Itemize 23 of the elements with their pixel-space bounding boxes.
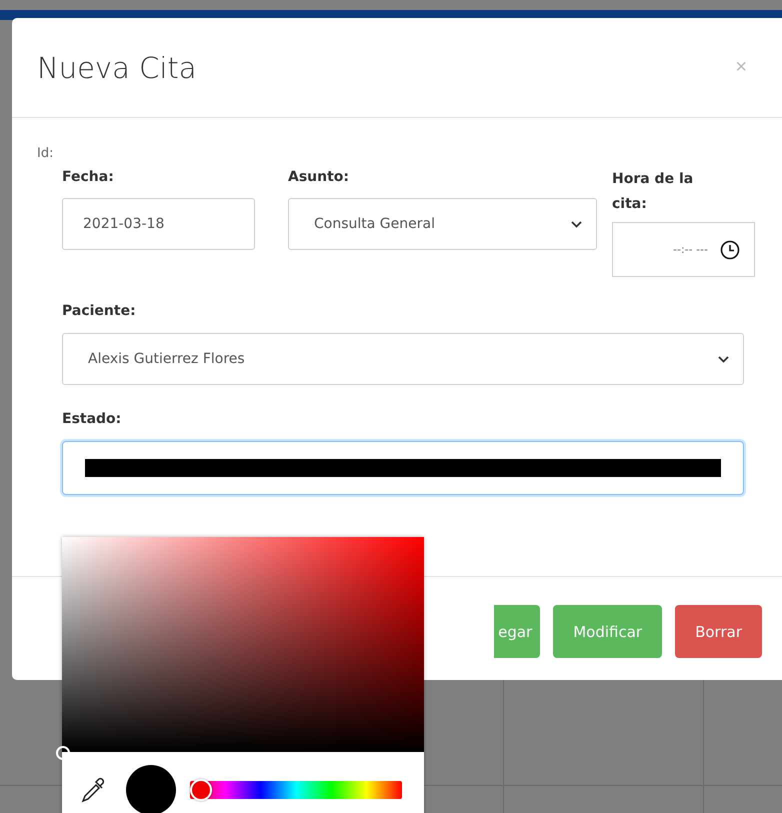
date-field[interactable]: 2021-03-18 — [62, 198, 255, 250]
action-button[interactable]: Borrar — [675, 605, 762, 658]
color-field[interactable] — [62, 441, 744, 495]
id-label: Id: — [37, 146, 54, 161]
field-label: Hora de la cita: — [612, 170, 694, 214]
saturation-handle[interactable] — [56, 746, 70, 760]
patient-select[interactable]: Alexis Gutierrez Flores — [62, 333, 744, 385]
field-label: Paciente: — [62, 302, 137, 321]
action-button[interactable]: Modificar — [553, 605, 662, 658]
hue-slider[interactable] — [190, 781, 402, 799]
field-label: Asunto: — [288, 168, 350, 187]
hue-slider-thumb[interactable] — [190, 779, 212, 801]
clock-icon — [720, 240, 740, 260]
action-button[interactable]: egar — [494, 605, 540, 658]
field-label: Estado: — [62, 410, 122, 429]
modal-title: Nueva Cita — [37, 50, 197, 84]
time-field[interactable]: --:-- --- — [612, 222, 755, 277]
chevron-down-icon — [718, 356, 729, 362]
eyedropper-icon[interactable] — [80, 776, 106, 804]
chevron-down-icon — [571, 220, 582, 228]
saturation-area[interactable] — [62, 537, 424, 752]
field-label: Fecha: — [62, 168, 115, 187]
subject-select[interactable]: Consulta General — [288, 198, 597, 250]
